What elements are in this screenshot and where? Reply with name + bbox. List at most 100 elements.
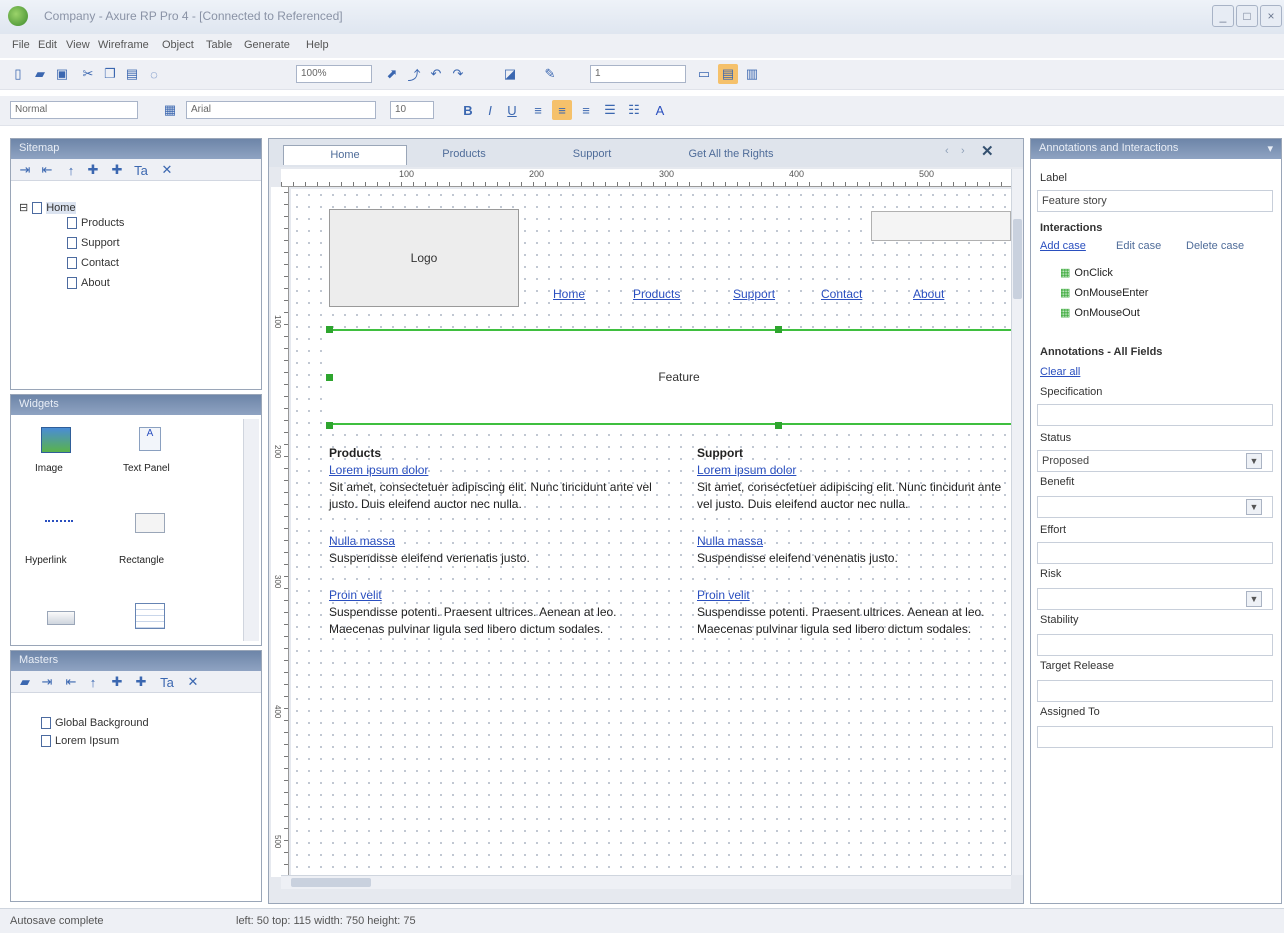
delete-case-link[interactable]: Delete case [1186, 240, 1244, 252]
chevron-down-icon[interactable]: ▼ [1246, 453, 1262, 469]
tree-root[interactable]: ⊟ Home [19, 201, 76, 214]
underline-icon[interactable]: U [502, 100, 522, 120]
panel-menu-icon[interactable]: ▾ [1267, 142, 1273, 156]
benefit-select[interactable]: ▼ [1037, 496, 1273, 518]
logo-placeholder[interactable]: Logo [329, 209, 519, 307]
move-up-icon[interactable]: ↑ [83, 672, 103, 692]
align-center-icon[interactable]: ≡ [552, 100, 572, 120]
add-case-link[interactable]: Add case [1040, 240, 1086, 252]
search-box-placeholder[interactable] [871, 211, 1011, 241]
nav-link-home[interactable]: Home [553, 287, 585, 301]
chevron-down-icon[interactable]: ▼ [1246, 499, 1262, 515]
properties-icon[interactable]: Ta [157, 672, 177, 692]
clear-all-link[interactable]: Clear all [1040, 366, 1080, 378]
add-child-icon[interactable]: ✚ [107, 160, 127, 180]
outdent-icon[interactable]: ⇤ [61, 672, 81, 692]
cut-icon[interactable]: ✂ [78, 64, 98, 84]
resize-handle[interactable] [775, 422, 782, 429]
indent-icon[interactable]: ⇥ [37, 672, 57, 692]
maximize-button[interactable]: □ [1236, 5, 1258, 27]
nav-link-products[interactable]: Products [633, 287, 680, 301]
undo-icon[interactable]: ↶ [426, 64, 446, 84]
list-icon[interactable]: ☷ [624, 100, 644, 120]
assigned-to-field[interactable] [1037, 726, 1273, 748]
text-panel-icon[interactable]: A [139, 427, 161, 451]
open-icon[interactable]: ▰ [30, 64, 50, 84]
tab-scroll-right-icon[interactable]: › [961, 145, 965, 157]
tab-products[interactable]: Products [419, 145, 509, 165]
feature-story-widget[interactable]: Feature [329, 329, 1011, 425]
delete-master-icon[interactable]: ✕ [183, 672, 203, 692]
menu-help[interactable]: Help [306, 39, 329, 51]
style-select[interactable]: Normal [10, 101, 138, 119]
close-tab-icon[interactable]: ✕ [981, 142, 994, 160]
column-link[interactable]: Lorem ipsum dolor [329, 462, 661, 479]
effort-field[interactable] [1037, 542, 1273, 564]
font-select[interactable]: Arial [186, 101, 376, 119]
menu-file[interactable]: File [12, 39, 30, 51]
chevron-down-icon[interactable]: ▼ [1246, 591, 1262, 607]
label-field[interactable]: Feature story [1037, 190, 1273, 212]
save-icon[interactable]: ▣ [52, 64, 72, 84]
menu-view[interactable]: View [66, 39, 90, 51]
vertical-scrollbar[interactable] [1011, 169, 1023, 875]
wireframe-canvas[interactable]: Logo Home Products Support Contact About… [291, 189, 1011, 875]
tree-item[interactable]: Contact [67, 257, 119, 269]
arrange-icon[interactable]: ▭ [694, 64, 714, 84]
format-painter-icon[interactable]: ◌ [144, 64, 164, 84]
outdent-icon[interactable]: ⇤ [37, 160, 57, 180]
vertical-scroll-thumb[interactable] [1013, 219, 1022, 299]
stability-field[interactable] [1037, 634, 1273, 656]
line-color-icon[interactable]: ✎ [540, 64, 560, 84]
menu-table[interactable]: Table [206, 39, 232, 51]
column-link[interactable]: Nulla massa [697, 533, 1011, 550]
nav-link-support[interactable]: Support [733, 287, 775, 301]
add-master-icon[interactable]: ✚ [107, 672, 127, 692]
tree-item[interactable]: Support [67, 237, 120, 249]
align-left-icon[interactable]: ≡ [528, 100, 548, 120]
hyperlink-icon[interactable] [45, 519, 73, 522]
resize-handle[interactable] [775, 326, 782, 333]
event-onmouseout[interactable]: ▦ OnMouseOut [1060, 306, 1140, 320]
copy-icon[interactable]: ❐ [100, 64, 120, 84]
style-edit-icon[interactable]: ▦ [160, 100, 180, 120]
move-up-icon[interactable]: ↑ [61, 160, 81, 180]
fill-color-icon[interactable]: ◪ [500, 64, 520, 84]
tab-get-all-the-rights[interactable]: Get All the Rights [661, 145, 801, 165]
menu-generate[interactable]: Generate [244, 39, 290, 51]
resize-handle[interactable] [326, 326, 333, 333]
properties-icon[interactable]: Ta [131, 160, 151, 180]
menu-wireframe[interactable]: Wireframe [98, 39, 149, 51]
resize-handle[interactable] [326, 422, 333, 429]
connector-icon[interactable]: ⤴ [404, 64, 424, 84]
text-color-icon[interactable]: A [650, 100, 670, 120]
tab-support[interactable]: Support [547, 145, 637, 165]
folder-icon[interactable]: ▰ [15, 672, 35, 692]
column-link[interactable]: Nulla massa [329, 533, 661, 550]
horizontal-scrollbar[interactable] [281, 875, 1011, 889]
nav-link-contact[interactable]: Contact [821, 287, 862, 301]
align-right-icon[interactable]: ≡ [576, 100, 596, 120]
paste-icon[interactable]: ▤ [122, 64, 142, 84]
menu-object[interactable]: Object [162, 39, 194, 51]
pointer-icon[interactable]: ⬈ [382, 64, 402, 84]
event-onclick[interactable]: ▦ OnClick [1060, 266, 1113, 280]
specification-field[interactable] [1037, 404, 1273, 426]
tab-home[interactable]: Home [283, 145, 407, 165]
add-child-icon[interactable]: ✚ [131, 672, 151, 692]
nav-link-about[interactable]: About [913, 287, 944, 301]
menu-edit[interactable]: Edit [38, 39, 57, 51]
status-select[interactable]: Proposed ▼ [1037, 450, 1273, 472]
widgets-scrollbar[interactable] [243, 419, 259, 641]
button-icon[interactable] [47, 611, 75, 625]
target-release-field[interactable] [1037, 680, 1273, 702]
master-item[interactable]: Global Background [41, 717, 149, 729]
table-icon[interactable] [135, 603, 165, 629]
delete-page-icon[interactable]: ✕ [157, 160, 177, 180]
rectangle-icon[interactable] [135, 513, 165, 533]
close-button[interactable]: × [1260, 5, 1282, 27]
horizontal-scroll-thumb[interactable] [291, 878, 371, 887]
ungroup-icon[interactable]: ▥ [742, 64, 762, 84]
edit-case-link[interactable]: Edit case [1116, 240, 1161, 252]
annotations-fields-dropdown[interactable]: Annotations - All Fields [1040, 346, 1162, 358]
